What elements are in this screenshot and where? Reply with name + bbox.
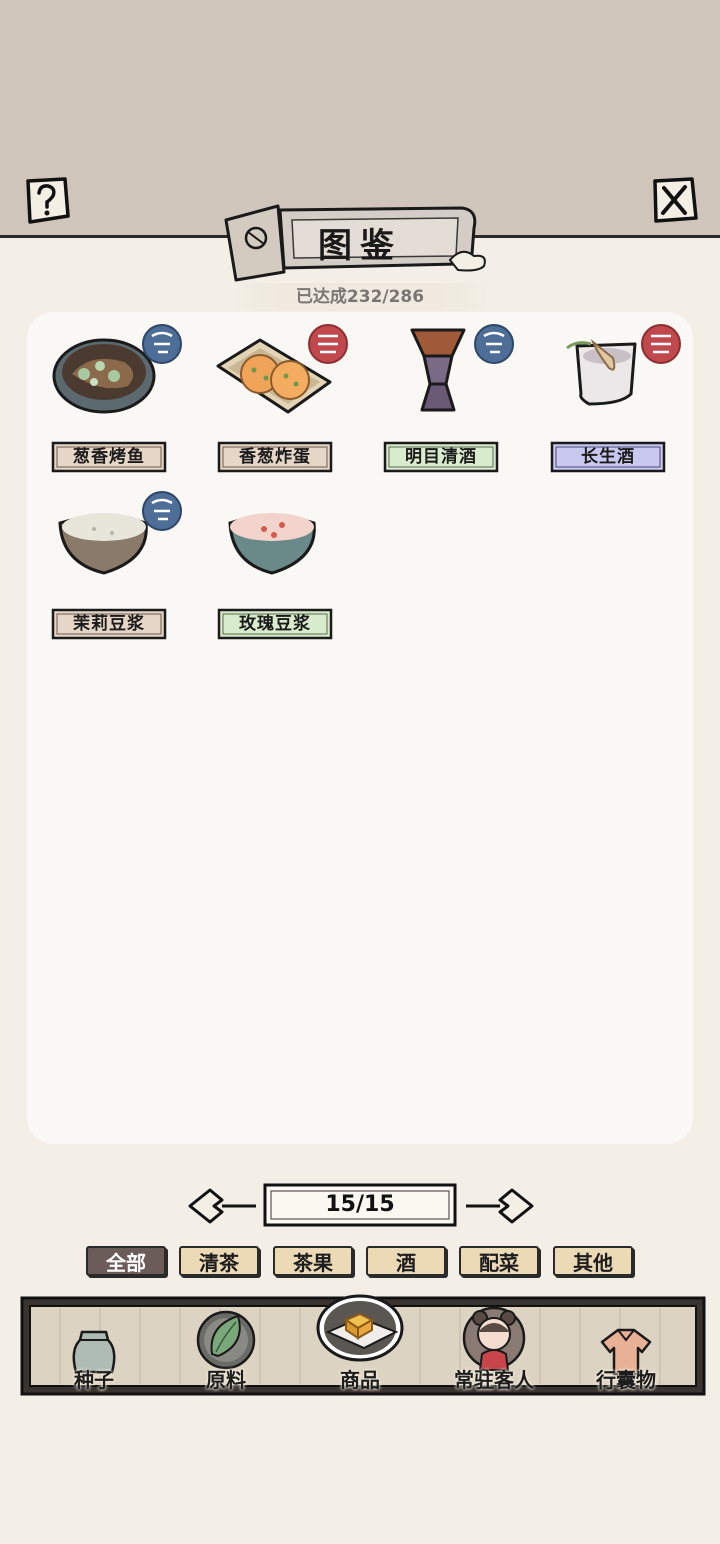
item-name: 玫瑰豆浆 (239, 614, 311, 634)
tab-tea-snacks[interactable]: 茶果 (273, 1246, 353, 1276)
nav-ingredients[interactable]: 原料 (166, 1300, 286, 1396)
leaf-icon (196, 1310, 256, 1370)
girl-avatar-icon (462, 1306, 526, 1371)
nav-label: 商品 (340, 1368, 380, 1392)
close-button[interactable] (650, 176, 698, 224)
item-name: 香葱炸蛋 (239, 447, 311, 467)
prev-page-button[interactable] (186, 1184, 258, 1228)
page-title: 图鉴 (318, 226, 402, 266)
question-icon (26, 177, 70, 224)
item-card-rose-soymilk[interactable]: 玫瑰豆浆 (194, 489, 360, 649)
tab-clear-tea[interactable]: 清茶 (179, 1246, 259, 1276)
item-card-clear-wine[interactable]: 明目清酒 (360, 322, 526, 482)
fried-egg-icon (216, 324, 348, 414)
item-card-fried-egg[interactable]: 香葱炸蛋 (194, 322, 360, 482)
item-name: 葱香烤鱼 (73, 447, 145, 467)
nav-regular-guests[interactable]: 常驻客人 (434, 1300, 554, 1396)
item-card-longevity-wine[interactable]: 长生酒 (527, 322, 693, 482)
page-indicator: 15/15 (325, 1192, 395, 1217)
nav-label: 原料 (206, 1368, 246, 1392)
nav-label: 常驻客人 (454, 1368, 534, 1392)
tab-all[interactable]: 全部 (86, 1246, 166, 1276)
tab-wine[interactable]: 酒 (366, 1246, 446, 1276)
help-button[interactable] (22, 176, 70, 224)
tab-other[interactable]: 其他 (553, 1246, 633, 1276)
tofu-plate-icon (316, 1294, 404, 1362)
nav-luggage[interactable]: 行囊物 (566, 1300, 686, 1396)
nav-goods[interactable]: 商品 (300, 1294, 420, 1396)
nav-label: 种子 (74, 1368, 114, 1392)
item-name: 茉莉豆浆 (73, 614, 145, 634)
rose-soymilk-icon (228, 513, 316, 575)
item-card-grilled-fish[interactable]: 葱香烤鱼 (28, 322, 194, 482)
collection-progress: 已达成232/286 (230, 283, 490, 311)
item-card-jasmine-soymilk[interactable]: 茉莉豆浆 (28, 489, 194, 649)
item-name: 明目清酒 (405, 447, 477, 467)
longevity-wine-icon (566, 324, 681, 406)
close-icon (653, 177, 698, 223)
nav-seeds[interactable]: 种子 (34, 1300, 154, 1396)
grilled-fish-icon (52, 324, 182, 414)
nav-label: 行囊物 (596, 1368, 656, 1392)
item-name: 长生酒 (581, 447, 635, 467)
next-page-button[interactable] (464, 1184, 536, 1228)
jasmine-soymilk-icon (58, 491, 182, 575)
wine-vessel-icon (410, 324, 514, 412)
tab-side-dishes[interactable]: 配菜 (459, 1246, 539, 1276)
